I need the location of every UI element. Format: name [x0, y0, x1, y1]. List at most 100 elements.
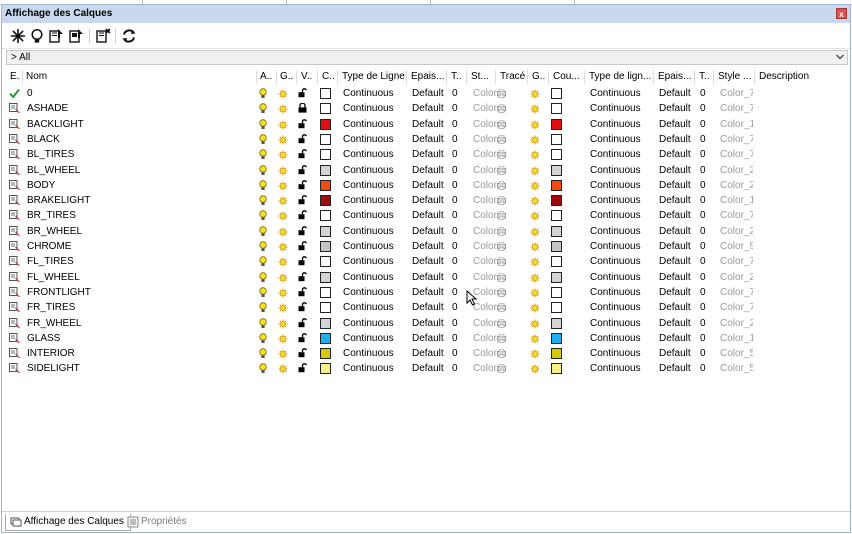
lineweight-cell[interactable]: Default	[412, 86, 446, 101]
lock-open-icon[interactable]	[298, 88, 307, 101]
vp-linetype-cell[interactable]: Continuous	[590, 285, 652, 300]
description-cell[interactable]	[760, 224, 830, 239]
vp-color-swatch[interactable]	[551, 210, 562, 222]
vp-linetype-cell[interactable]: Continuous	[590, 361, 652, 376]
printer-icon[interactable]	[497, 303, 506, 315]
layer-name[interactable]: SIDELIGHT	[27, 361, 255, 376]
layer-name[interactable]: BACKLIGHT	[27, 117, 255, 132]
lineweight-cell[interactable]: Default	[412, 239, 446, 254]
table-row[interactable]: BODY Continuous Default 0 Color Continuous Def…	[2, 178, 850, 193]
column-header-transparency[interactable]: T..	[448, 68, 464, 85]
description-cell[interactable]	[760, 239, 830, 254]
current-layer-check-icon[interactable]	[9, 88, 20, 102]
vp-transparency-cell[interactable]: 0	[700, 239, 712, 254]
transparency-cell[interactable]: 0	[452, 300, 464, 315]
lightbulb-icon[interactable]	[259, 241, 267, 255]
transparency-cell[interactable]: 0	[452, 224, 464, 239]
linetype-cell[interactable]: Continuous	[343, 163, 405, 178]
description-cell[interactable]	[760, 346, 830, 361]
linetype-cell[interactable]: Continuous	[343, 239, 405, 254]
layer-name[interactable]: CHROME	[27, 239, 255, 254]
layer-name[interactable]: BRAKELIGHT	[27, 193, 255, 208]
vp-color-swatch[interactable]	[551, 225, 562, 237]
transparency-cell[interactable]: 0	[452, 239, 464, 254]
lock-open-icon[interactable]	[298, 348, 307, 361]
column-header-lineweight[interactable]: Epais...	[408, 68, 446, 85]
lock-open-icon[interactable]	[298, 195, 307, 208]
table-row[interactable]: BLACK Continuous Default 0 Color Continuous De…	[2, 132, 850, 147]
layer-status-icon[interactable]	[9, 118, 20, 133]
lineweight-cell[interactable]: Default	[412, 163, 446, 178]
vp-color-swatch[interactable]	[551, 118, 562, 130]
printer-icon[interactable]	[497, 135, 506, 147]
vp-lineweight-cell[interactable]: Default	[659, 132, 693, 147]
transparency-cell[interactable]: 0	[452, 163, 464, 178]
table-row[interactable]: ASHADE Continuous Default 0 Color Continuous D…	[2, 101, 850, 116]
vp-linetype-cell[interactable]: Continuous	[590, 316, 652, 331]
layer-status-icon[interactable]	[9, 348, 20, 362]
lightbulb-icon[interactable]	[259, 348, 267, 362]
sun-icon[interactable]	[530, 242, 540, 255]
table-row[interactable]: BR_WHEEL Continuous Default 0 Color Continuou…	[2, 224, 850, 239]
layer-name[interactable]: FL_TIRES	[27, 254, 255, 269]
lightbulb-icon[interactable]	[259, 333, 267, 347]
linetype-cell[interactable]: Continuous	[343, 254, 405, 269]
sun-icon[interactable]	[530, 104, 540, 117]
lightbulb-icon[interactable]	[259, 287, 267, 301]
sun-icon[interactable]	[530, 349, 540, 362]
printer-icon[interactable]	[497, 120, 506, 132]
description-cell[interactable]	[760, 178, 830, 193]
refresh-icon[interactable]	[121, 28, 137, 44]
vp-transparency-cell[interactable]: 0	[700, 361, 712, 376]
lineweight-cell[interactable]: Default	[412, 178, 446, 193]
vp-linetype-cell[interactable]: Continuous	[590, 224, 652, 239]
sun-icon[interactable]	[278, 319, 288, 332]
layer-name[interactable]: BL_WHEEL	[27, 163, 255, 178]
sun-icon[interactable]	[530, 135, 540, 148]
sun-icon[interactable]	[530, 334, 540, 347]
color-swatch[interactable]	[320, 164, 331, 176]
description-cell[interactable]	[760, 331, 830, 346]
linetype-cell[interactable]: Continuous	[343, 270, 405, 285]
vp-transparency-cell[interactable]: 0	[700, 316, 712, 331]
sun-icon[interactable]	[278, 257, 288, 270]
printer-icon[interactable]	[497, 89, 506, 101]
color-swatch[interactable]	[320, 256, 331, 268]
linetype-cell[interactable]: Continuous	[343, 193, 405, 208]
transparency-cell[interactable]: 0	[452, 208, 464, 223]
vp-color-swatch[interactable]	[551, 302, 562, 314]
layer-name[interactable]: GLASS	[27, 331, 255, 346]
linetype-cell[interactable]: Continuous	[343, 346, 405, 361]
vp-color-swatch[interactable]	[551, 133, 562, 145]
description-cell[interactable]	[760, 270, 830, 285]
table-row[interactable]: BL_TIRES Continuous Default 0 Color Continuou…	[2, 147, 850, 162]
color-swatch[interactable]	[320, 302, 331, 314]
lineweight-cell[interactable]: Default	[412, 254, 446, 269]
sun-icon[interactable]	[278, 349, 288, 362]
vp-transparency-cell[interactable]: 0	[700, 117, 712, 132]
vp-linetype-cell[interactable]: Continuous	[590, 346, 652, 361]
table-row[interactable]: BR_TIRES Continuous Default 0 Color Continuou…	[2, 208, 850, 223]
layer-status-icon[interactable]	[9, 317, 20, 332]
layer-name[interactable]: FRONTLIGHT	[27, 285, 255, 300]
description-cell[interactable]	[760, 86, 830, 101]
vp-lineweight-cell[interactable]: Default	[659, 86, 693, 101]
lock-open-icon[interactable]	[298, 118, 307, 132]
description-cell[interactable]	[760, 208, 830, 223]
column-header-linetype[interactable]: Type de Ligne	[339, 68, 405, 85]
layer-status-icon[interactable]	[9, 332, 20, 347]
layer-status-icon[interactable]	[9, 271, 20, 286]
vp-transparency-cell[interactable]: 0	[700, 331, 712, 346]
vp-lineweight-cell[interactable]: Default	[659, 208, 693, 223]
color-swatch[interactable]	[320, 118, 331, 130]
color-swatch[interactable]	[320, 271, 331, 283]
lock-open-icon[interactable]	[298, 225, 307, 239]
transparency-cell[interactable]: 0	[452, 254, 464, 269]
lineweight-cell[interactable]: Default	[412, 346, 446, 361]
sun-icon[interactable]	[278, 166, 288, 179]
vp-color-swatch[interactable]	[551, 149, 562, 161]
layer-status-icon[interactable]	[9, 179, 20, 194]
description-cell[interactable]	[760, 132, 830, 147]
color-swatch[interactable]	[320, 363, 331, 375]
lightbulb-icon[interactable]	[259, 271, 267, 286]
